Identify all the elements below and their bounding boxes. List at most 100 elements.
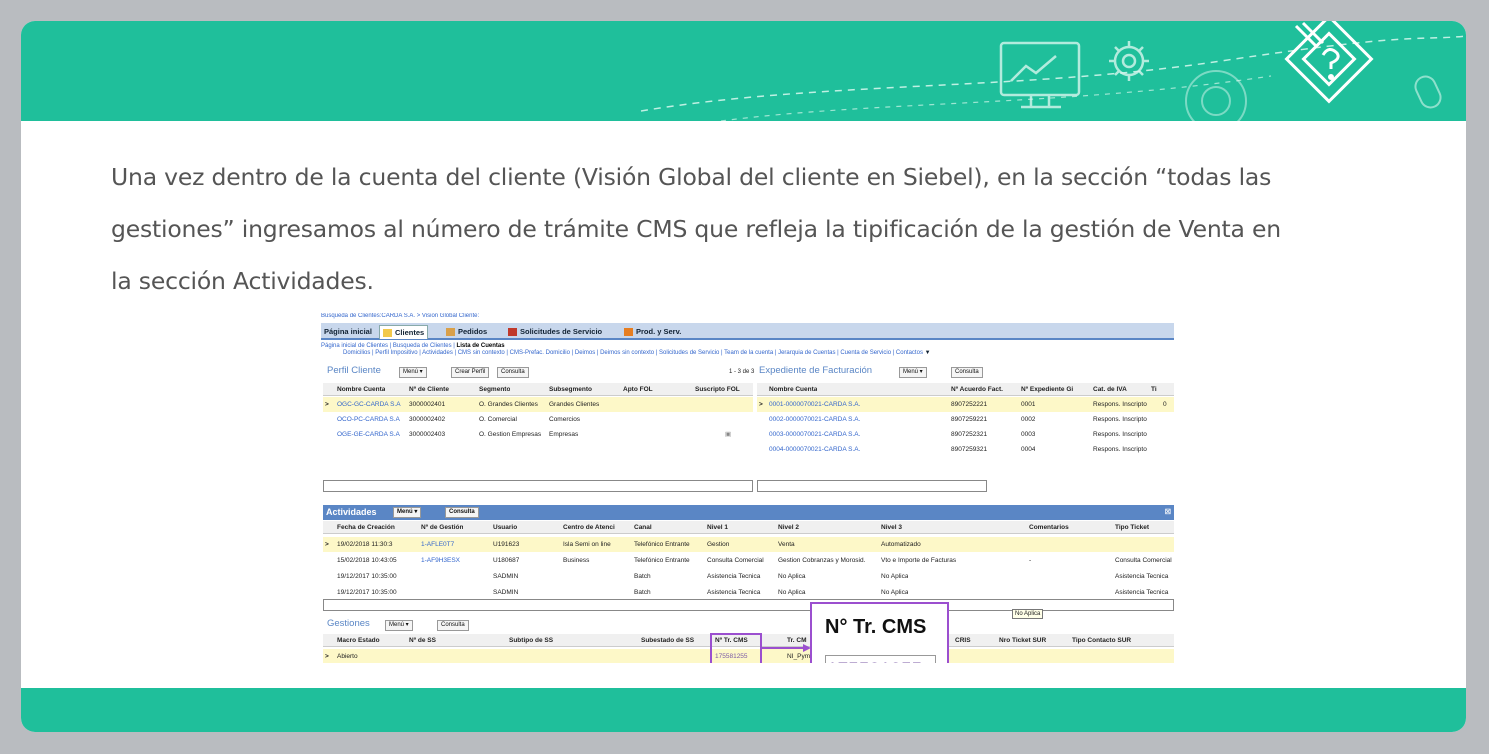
table-row[interactable]: OCO-PC-CARDA S.A 3000002402 O. Comercial… — [323, 412, 753, 427]
actividades-menu-button[interactable]: Menú ▾ — [393, 507, 422, 518]
more-views-icon[interactable]: ▼ — [925, 350, 931, 356]
column-header[interactable]: Cat. de IVA — [1093, 383, 1127, 396]
column-header[interactable]: Apto FOL — [623, 383, 653, 396]
column-header[interactable]: Canal — [634, 521, 652, 534]
table-cell: Asistencia Tecnica — [1115, 573, 1169, 580]
table-cell: Comercios — [549, 416, 581, 423]
tab-solicitudes[interactable]: Solicitudes de Servicio — [505, 325, 605, 339]
callout-label: N° Tr. CMS — [825, 616, 927, 638]
perfil-menu-button[interactable]: Menú ▾ — [399, 367, 427, 378]
callout-value: 175581255 — [825, 655, 936, 663]
column-header[interactable]: Nº de Gestión — [421, 521, 463, 534]
expediente-header-row: Nombre Cuenta Nº Acuerdo Fact. Nº Expedi… — [757, 383, 1174, 396]
actividades-title: Actividades — [326, 507, 377, 517]
column-header[interactable]: Nivel 1 — [707, 521, 728, 534]
column-header[interactable]: Nombre Cuenta — [337, 383, 385, 396]
table-row[interactable]: > OGC-GC-CARDA S.A 3000002401 O. Grandes… — [323, 397, 753, 412]
table-row[interactable]: OGE-GE-CARDA S.A 3000002403 O. Gestion E… — [323, 427, 753, 442]
table-cell: - — [1029, 557, 1032, 564]
tab-prod-serv[interactable]: Prod. y Serv. — [621, 325, 684, 339]
actividades-bar: Actividades Menú ▾ Consulta ☒ — [323, 505, 1174, 520]
column-header[interactable]: Nº de Cliente — [409, 383, 449, 396]
perfil-header-row: Nombre Cuenta Nº de Cliente Segmento Sub… — [323, 383, 753, 396]
close-icon[interactable]: ☒ — [1165, 505, 1171, 520]
table-cell[interactable]: OGC-GC-CARDA S.A — [337, 397, 407, 412]
horizontal-scrollbar[interactable] — [757, 480, 987, 492]
column-header[interactable]: Nivel 2 — [778, 521, 799, 534]
column-header[interactable]: Usuario — [493, 521, 517, 534]
horizontal-scrollbar[interactable] — [323, 480, 753, 492]
table-cell: O. Comercial — [479, 416, 517, 423]
table-cell: No Aplica — [881, 573, 909, 580]
table-cell: No Aplica — [778, 573, 806, 580]
column-header[interactable]: Subestado de SS — [641, 634, 713, 647]
horizontal-scrollbar[interactable] — [323, 599, 1174, 611]
table-row[interactable]: 0002-0000070021-CARDA S.A. 8907259221 00… — [757, 412, 1174, 427]
column-header[interactable]: Fecha de Creación — [337, 521, 395, 534]
table-cell[interactable]: 0002-0000070021-CARDA S.A. — [769, 412, 860, 427]
column-header[interactable]: Subsegmento — [549, 383, 592, 396]
subnav-links[interactable]: Página inicial de Clientes | Busqueda de… — [321, 343, 455, 349]
tab-clientes[interactable]: Clientes — [379, 325, 429, 339]
column-header[interactable]: CRIS — [955, 634, 971, 647]
column-header[interactable]: Nº Acuerdo Fact. — [951, 383, 1003, 396]
expediente-menu-button[interactable]: Menú ▾ — [899, 367, 927, 378]
table-cell[interactable]: 0004-0000070021-CARDA S.A. — [769, 442, 860, 457]
table-cell[interactable]: 0001-0000070021-CARDA S.A. — [769, 397, 860, 412]
gestiones-menu-button[interactable]: Menú ▾ — [385, 620, 413, 631]
column-header[interactable]: Subtipo de SS — [509, 634, 553, 647]
table-row[interactable]: > 0001-0000070021-CARDA S.A. 8907252221 … — [757, 397, 1174, 412]
table-cell: Batch — [634, 589, 651, 596]
table-row[interactable]: 0004-0000070021-CARDA S.A. 8907259321 00… — [757, 442, 1174, 457]
table-cell: 3000002403 — [409, 431, 446, 438]
checkbox[interactable]: ▣ — [725, 427, 731, 442]
column-header[interactable]: Centro de Atenci — [563, 521, 633, 534]
expediente-consulta-button[interactable]: Consulta — [951, 367, 983, 378]
table-cell: Asistencia Tecnica — [707, 589, 761, 596]
column-header[interactable]: Tipo Contacto SUR — [1072, 634, 1131, 647]
tab-pedidos[interactable]: Pedidos — [443, 325, 490, 339]
column-header[interactable]: Ti — [1151, 383, 1157, 396]
table-cell: Asistencia Tecnica — [707, 573, 761, 580]
table-cell: 0004 — [1021, 446, 1036, 453]
table-cell: 0003 — [1021, 431, 1036, 438]
view-links: Domicilios | Perfil Impositivo | Activid… — [343, 350, 931, 356]
table-row[interactable]: 19/12/2017 10:35:00 SADMIN Batch Asisten… — [323, 585, 1174, 600]
table-cell: 0 — [1163, 401, 1167, 408]
table-cell: Respons. Inscripto — [1093, 416, 1147, 423]
column-header[interactable]: Segmento — [479, 383, 510, 396]
table-cell: O. Grandes Clientes — [479, 401, 538, 408]
perfil-consulta-button[interactable]: Consulta — [497, 367, 529, 378]
actividades-consulta-button[interactable]: Consulta — [445, 507, 479, 518]
table-cell[interactable]: OCO-PC-CARDA S.A — [337, 412, 407, 427]
table-cell: 8907252221 — [951, 401, 988, 408]
table-cell[interactable]: 1-AF9H3ESX — [421, 553, 460, 568]
column-header[interactable]: Suscripto FOL — [695, 383, 740, 396]
column-header[interactable]: Comentarios — [1029, 521, 1069, 534]
table-cell[interactable]: OGE-GE-CARDA S.A — [337, 427, 407, 442]
view-links-text[interactable]: Domicilios | Perfil Impositivo | Activid… — [343, 350, 923, 356]
column-header[interactable]: Nro Ticket SUR — [999, 634, 1046, 647]
tab-pagina-inicial[interactable]: Página inicial — [321, 325, 375, 339]
table-cell[interactable]: 1-AFLE0T7 — [421, 537, 454, 552]
crear-perfil-button[interactable]: Crear Perfil — [451, 367, 490, 378]
gestiones-consulta-button[interactable]: Consulta — [437, 620, 469, 631]
table-row[interactable]: 15/02/2018 10:43:05 1-AF9H3ESX U180687 B… — [323, 553, 1174, 568]
column-header[interactable]: Macro Estado — [337, 634, 380, 647]
column-header[interactable]: Tipo Ticket — [1115, 521, 1149, 534]
table-row[interactable]: > 19/02/2018 11:30:3 1-AFLE0T7 U191623 I… — [323, 537, 1174, 552]
table-cell: 19/12/2017 10:35:00 — [337, 589, 397, 596]
table-cell: 19/12/2017 10:35:00 — [337, 573, 397, 580]
table-cell[interactable]: 0003-0000070021-CARDA S.A. — [769, 427, 860, 442]
table-row[interactable]: 19/12/2017 10:35:00 SADMIN Batch Asisten… — [323, 569, 1174, 584]
table-cell: 8907259321 — [951, 446, 988, 453]
table-cell: 8907252321 — [951, 431, 988, 438]
column-header[interactable]: Nivel 3 — [881, 521, 902, 534]
column-header[interactable]: Nº de SS — [409, 634, 436, 647]
column-header[interactable]: Nº Expediente Gi — [1021, 383, 1073, 396]
table-cell: 8907259221 — [951, 416, 988, 423]
column-header[interactable]: Nombre Cuenta — [769, 383, 817, 396]
tab-label: Pedidos — [458, 327, 488, 336]
breadcrumb[interactable]: Busqueda de Clientes:CARDA S.A. > Vision… — [321, 313, 479, 322]
table-row[interactable]: 0003-0000070021-CARDA S.A. 8907252321 00… — [757, 427, 1174, 442]
